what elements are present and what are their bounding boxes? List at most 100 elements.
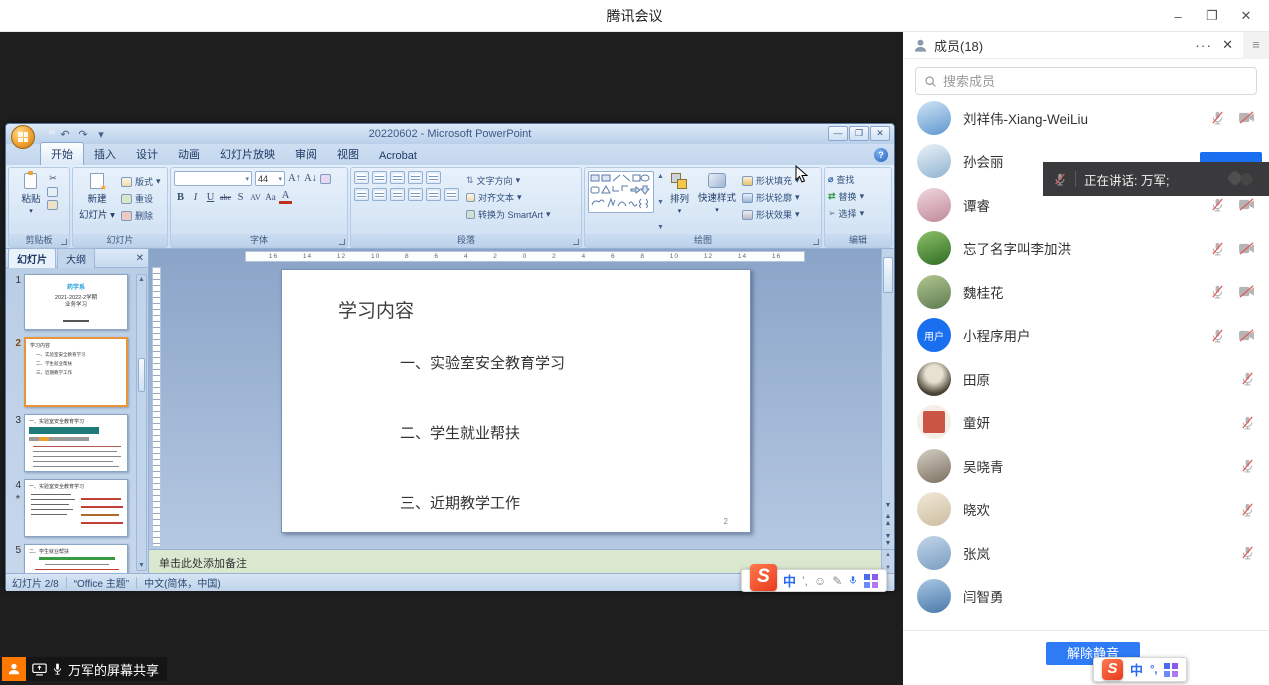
- mic-muted-icon[interactable]: [1240, 415, 1255, 430]
- member-row[interactable]: 闫智勇: [903, 575, 1269, 619]
- ime-mode-chinese[interactable]: 中: [783, 571, 796, 590]
- tab-acrobat[interactable]: Acrobat: [369, 147, 427, 165]
- tab-home[interactable]: 开始: [40, 142, 84, 165]
- italic-button[interactable]: I: [189, 192, 202, 203]
- copy-icon[interactable]: [47, 187, 58, 197]
- status-language[interactable]: 中文(简体，中国): [144, 575, 221, 590]
- member-row[interactable]: 用户 小程序用户: [903, 314, 1269, 358]
- dialog-launcher-icon[interactable]: [573, 239, 579, 245]
- increase-indent-button[interactable]: [408, 171, 423, 184]
- slide-thumbnail-4[interactable]: 一、实验室安全教育学习: [24, 479, 128, 537]
- dialog-launcher-icon[interactable]: [339, 239, 345, 245]
- search-box[interactable]: [915, 67, 1257, 95]
- line-spacing-button[interactable]: [426, 171, 441, 184]
- voice-input-icon[interactable]: [848, 574, 858, 587]
- font-name-combobox[interactable]: ▾: [174, 171, 252, 186]
- shadow-button[interactable]: S: [234, 192, 247, 203]
- camera-off-icon[interactable]: [1238, 285, 1255, 298]
- dialog-launcher-icon[interactable]: [813, 239, 819, 245]
- tab-slideshow[interactable]: 幻灯片放映: [210, 143, 285, 165]
- panel-close-icon[interactable]: ✕: [1220, 37, 1243, 53]
- ime-punctuation-icon[interactable]: ’,: [802, 574, 808, 588]
- scroll-up-icon[interactable]: ▲: [137, 276, 146, 283]
- ime-toolbar-local[interactable]: S 中 °,: [1093, 657, 1187, 682]
- align-text-button[interactable]: 对齐文本 ▾: [466, 190, 551, 205]
- font-color-button[interactable]: A: [279, 190, 292, 204]
- slide-thumbnail-1[interactable]: 药学系 2021-2022-2学期 业务学习: [24, 274, 128, 330]
- member-row[interactable]: 吴晓青: [903, 444, 1269, 488]
- member-row[interactable]: 童妍: [903, 401, 1269, 445]
- office-button[interactable]: [11, 125, 35, 149]
- slide-item-1[interactable]: 一、实验室安全教育学习: [400, 352, 565, 373]
- mic-muted-icon[interactable]: [1240, 545, 1255, 560]
- sogou-logo-icon[interactable]: S: [1102, 659, 1123, 680]
- camera-off-icon[interactable]: [1238, 198, 1255, 211]
- mic-muted-icon[interactable]: [1210, 284, 1225, 299]
- scroll-down-icon[interactable]: ▼: [882, 502, 894, 509]
- slide-item-3[interactable]: 三、近期教学工作: [400, 492, 520, 513]
- slides-tab[interactable]: 幻灯片: [8, 248, 56, 268]
- close-button[interactable]: ✕: [1229, 0, 1263, 32]
- tab-design[interactable]: 设计: [126, 143, 168, 165]
- ppt-restore-button[interactable]: ❐: [849, 126, 869, 141]
- help-icon[interactable]: ?: [874, 148, 888, 162]
- find-button[interactable]: ⌀查找: [828, 172, 888, 187]
- grow-font-icon[interactable]: A↑: [288, 173, 301, 184]
- shape-outline-button[interactable]: 形状轮廓 ▾: [742, 190, 800, 205]
- reset-button[interactable]: 重设: [121, 191, 161, 206]
- shapes-gallery-scroll[interactable]: ▲▼▼: [657, 171, 664, 233]
- character-spacing-button[interactable]: AV: [249, 193, 262, 202]
- columns-button[interactable]: [444, 188, 459, 201]
- ime-menu-grid-icon[interactable]: [864, 574, 878, 588]
- mic-muted-icon[interactable]: [1240, 502, 1255, 517]
- sogou-logo-icon[interactable]: S: [750, 564, 777, 591]
- emoji-icon[interactable]: ☺: [814, 574, 826, 588]
- clear-formatting-icon[interactable]: [320, 174, 331, 184]
- bold-button[interactable]: B: [174, 192, 187, 203]
- tab-animations[interactable]: 动画: [168, 143, 210, 165]
- underline-button[interactable]: U: [204, 192, 217, 203]
- cut-icon[interactable]: ✂: [47, 173, 60, 184]
- mic-muted-icon[interactable]: [1210, 197, 1225, 212]
- mic-muted-icon[interactable]: [1210, 328, 1225, 343]
- pen-icon[interactable]: ✎: [832, 574, 842, 588]
- delete-button[interactable]: 删除: [121, 208, 161, 223]
- slide-thumbnail-3[interactable]: 一、实验室安全教育学习: [24, 414, 128, 472]
- align-center-button[interactable]: [372, 188, 387, 201]
- dialog-launcher-icon[interactable]: [61, 239, 67, 245]
- ime-menu-grid-icon[interactable]: [1164, 663, 1178, 677]
- search-members-input[interactable]: [943, 74, 1248, 89]
- more-options-icon[interactable]: ···: [1187, 37, 1220, 53]
- ppt-close-button[interactable]: ✕: [870, 126, 890, 141]
- camera-off-icon[interactable]: [1238, 242, 1255, 255]
- scrollbar-thumb[interactable]: [883, 257, 893, 293]
- arrange-button[interactable]: 排列▾: [667, 171, 692, 233]
- shapes-gallery[interactable]: [588, 171, 654, 213]
- text-direction-button[interactable]: ⇅文字方向 ▾: [466, 173, 551, 188]
- member-row[interactable]: 田原: [903, 357, 1269, 401]
- slide-thumbnail-5[interactable]: 二、学生就业帮扶: [24, 544, 128, 573]
- mic-muted-icon[interactable]: [1210, 110, 1225, 125]
- ppt-minimize-button[interactable]: —: [828, 126, 848, 141]
- panel-layout-icon[interactable]: ≡: [1243, 32, 1269, 59]
- mic-muted-icon[interactable]: [1240, 371, 1255, 386]
- distribute-button[interactable]: [426, 188, 441, 201]
- scroll-down-icon[interactable]: ▼: [137, 562, 146, 569]
- format-painter-icon[interactable]: [47, 200, 58, 210]
- new-slide-button[interactable]: 新建 幻灯片 ▾: [76, 171, 118, 233]
- align-left-button[interactable]: [354, 188, 369, 201]
- shrink-font-icon[interactable]: A↓: [304, 173, 317, 184]
- change-case-button[interactable]: Aa: [264, 192, 277, 202]
- member-row[interactable]: 刘祥伟-Xiang-WeiLiu: [903, 96, 1269, 140]
- ime-toolbar-shared[interactable]: S 中 ’, ☺ ✎: [741, 569, 887, 592]
- replace-button[interactable]: ⇄替换 ▾: [828, 189, 888, 204]
- layout-button[interactable]: 版式 ▾: [121, 174, 161, 189]
- bullets-button[interactable]: [354, 171, 369, 184]
- tab-review[interactable]: 审阅: [285, 143, 327, 165]
- shape-effects-button[interactable]: 形状效果 ▾: [742, 207, 800, 222]
- slide-title[interactable]: 学习内容: [338, 296, 414, 323]
- vertical-scrollbar[interactable]: ▼ ▲▲ ▼▼: [881, 249, 894, 549]
- mic-muted-icon[interactable]: [1240, 458, 1255, 473]
- ime-mode-chinese[interactable]: 中: [1130, 660, 1143, 679]
- camera-off-icon[interactable]: [1238, 111, 1255, 124]
